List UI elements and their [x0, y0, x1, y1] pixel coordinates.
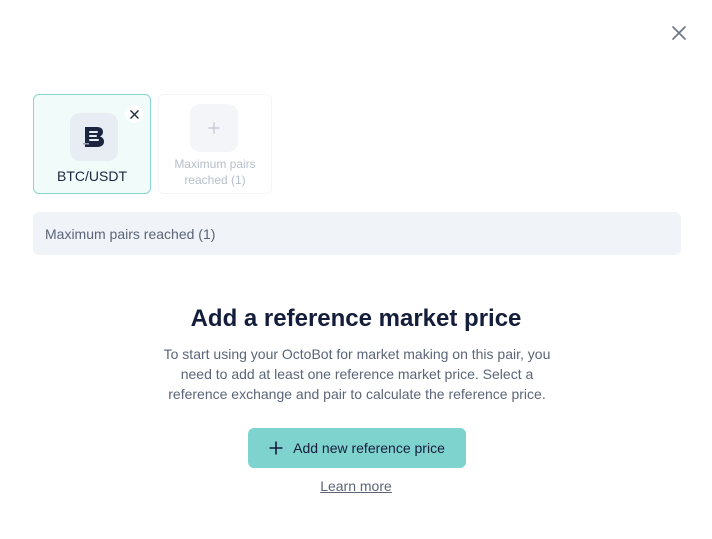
close-icon — [672, 26, 686, 40]
exchange-logo-icon — [83, 127, 104, 147]
remove-pair-button[interactable] — [125, 105, 143, 123]
add-reference-price-label: Add new reference price — [293, 440, 445, 456]
plus-icon — [269, 441, 283, 455]
empty-state-title: Add a reference market price — [190, 305, 522, 332]
plus-icon — [208, 122, 220, 134]
empty-state-description: To start using your OctoBot for market m… — [163, 346, 551, 402]
add-reference-price-button[interactable]: Add new reference price — [248, 428, 466, 468]
learn-more-link[interactable]: Learn more — [0, 478, 712, 494]
add-pair-plus — [190, 104, 238, 152]
add-pair-card: Maximum pairs reached (1) — [158, 94, 272, 194]
add-pair-label: Maximum pairs reached (1) — [174, 157, 256, 187]
close-icon — [129, 109, 139, 119]
pair-label: BTC/USDT — [57, 168, 127, 184]
notice-text: Maximum pairs reached (1) — [45, 225, 216, 242]
max-pairs-notice: Maximum pairs reached (1) — [33, 212, 681, 255]
pair-card-selected[interactable]: BTC/USDT — [33, 94, 151, 194]
exchange-logo — [70, 113, 118, 161]
close-dialog-button[interactable] — [668, 22, 690, 44]
